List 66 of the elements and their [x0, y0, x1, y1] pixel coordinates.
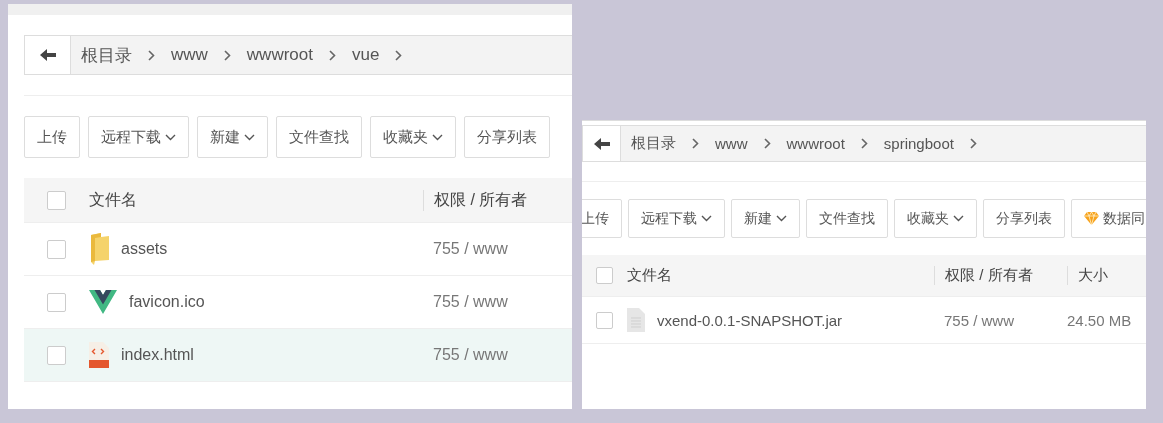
toolbar-button[interactable]: 远程下载: [88, 116, 189, 158]
toolbar-button[interactable]: 收藏夹: [370, 116, 456, 158]
breadcrumb-link[interactable]: vue: [351, 45, 380, 65]
toolbar-button[interactable]: 文件查找: [806, 199, 888, 238]
v-logo-icon: [89, 290, 117, 314]
checkbox[interactable]: [47, 239, 66, 259]
caret-icon: [244, 133, 255, 141]
table-cell: 24.50 MB: [1067, 311, 1132, 329]
html-file-icon: [89, 342, 109, 368]
caret-icon: [776, 215, 787, 222]
chevron-icon: [223, 49, 231, 61]
toolbar-button[interactable]: 分享列表: [464, 116, 550, 158]
checkbox[interactable]: [47, 345, 66, 365]
column-header: 权限 / 所有者: [945, 266, 1033, 283]
toolbar-button[interactable]: 文件查找: [276, 116, 362, 158]
checkbox[interactable]: [47, 292, 66, 312]
breadcrumb-link[interactable]: wwwroot: [786, 135, 845, 152]
caret-icon: [165, 133, 176, 141]
file-row[interactable]: index.html 755 / www: [24, 329, 572, 382]
table-cell: 755 / www: [433, 293, 508, 310]
caret-icon: [953, 215, 964, 222]
table-cell: 755 / www: [433, 346, 508, 363]
toolbar-button[interactable]: 上传: [24, 116, 80, 158]
caret-icon: [432, 133, 443, 141]
back-arrow-icon: [593, 137, 610, 150]
back-button[interactable]: [25, 36, 71, 74]
column-header: 文件名: [627, 266, 672, 283]
folder-icon: [89, 233, 109, 265]
toolbar-button[interactable]: 远程下载: [628, 199, 725, 238]
column-header: 权限 / 所有者: [434, 190, 528, 208]
document-icon: [627, 308, 645, 332]
caret-icon: [701, 215, 712, 222]
toolbar-button[interactable]: 新建: [197, 116, 268, 158]
chevron-icon: [692, 138, 699, 149]
file-name[interactable]: index.html: [121, 346, 194, 364]
toolbar-button[interactable]: 收藏夹: [894, 199, 977, 238]
toolbar-button[interactable]: 分享列表: [983, 199, 1065, 238]
file-row[interactable]: vxend-0.0.1-SNAPSHOT.jar 755 / www 24.50 MB: [582, 297, 1146, 344]
file-name[interactable]: assets: [121, 240, 168, 258]
table-cell: 755 / www: [433, 240, 508, 257]
checkbox[interactable]: [596, 267, 613, 284]
gem-icon: [1084, 212, 1099, 225]
chevron-icon: [860, 138, 868, 149]
checkbox[interactable]: [596, 311, 613, 329]
toolbar-button[interactable]: 新建: [731, 199, 800, 238]
breadcrumb-link[interactable]: springboot: [883, 135, 954, 152]
file-name[interactable]: favicon.ico: [129, 293, 205, 311]
breadcrumb-link[interactable]: www: [171, 45, 208, 65]
chevron-icon: [969, 138, 977, 149]
toolbar-button[interactable]: 数据同: [1071, 199, 1146, 238]
column-header: 大小: [1078, 266, 1108, 283]
column-header: 文件名: [89, 190, 137, 208]
breadcrumb-link[interactable]: 根目录: [81, 43, 132, 67]
toolbar-button[interactable]: 上传: [582, 199, 622, 238]
chevron-icon: [148, 49, 155, 61]
chevron-icon: [328, 49, 336, 61]
chevron-icon: [395, 49, 403, 61]
back-button[interactable]: [583, 126, 621, 161]
chevron-icon: [763, 138, 771, 149]
back-arrow-icon: [39, 49, 56, 61]
checkbox[interactable]: [47, 190, 66, 210]
breadcrumb-link[interactable]: wwwroot: [246, 45, 313, 65]
file-name[interactable]: vxend-0.0.1-SNAPSHOT.jar: [657, 311, 843, 329]
table-cell: 755 / www: [944, 311, 1015, 329]
breadcrumb-link[interactable]: 根目录: [631, 134, 676, 153]
breadcrumb-link[interactable]: www: [715, 135, 748, 152]
